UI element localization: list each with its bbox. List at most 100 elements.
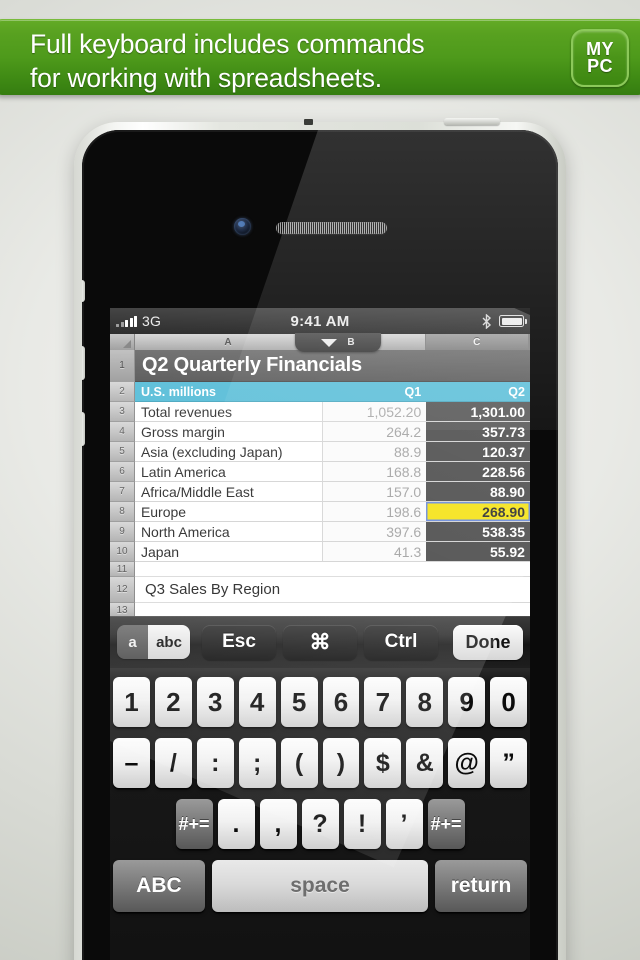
table-row[interactable]: 10 Japan 41.3 55.92 [110, 542, 530, 562]
key-6[interactable]: 6 [322, 677, 360, 727]
cell-q1[interactable]: 168.8 [322, 462, 427, 482]
key-[interactable]: ? [301, 799, 339, 849]
key-symbols-left[interactable]: #+= [175, 799, 213, 849]
cell-label[interactable]: Japan [134, 542, 323, 562]
toggle-option-a[interactable]: a [117, 625, 148, 659]
key-[interactable]: @ [448, 738, 486, 788]
row-header-10[interactable]: 10 [110, 542, 135, 562]
sheet-row-12[interactable]: 12 Q3 Sales By Region [110, 577, 530, 603]
key-3[interactable]: 3 [196, 677, 234, 727]
key-[interactable]: : [196, 738, 234, 788]
table-row[interactable]: 9 North America 397.6 538.35 [110, 522, 530, 542]
row-header-7[interactable]: 7 [110, 482, 135, 502]
table-row[interactable]: 5 Asia (excluding Japan) 88.9 120.37 [110, 442, 530, 462]
cell-label[interactable]: Africa/Middle East [134, 482, 323, 502]
row-header-4[interactable]: 4 [110, 422, 135, 442]
key-[interactable]: & [406, 738, 444, 788]
key-[interactable]: ) [322, 738, 360, 788]
command-key[interactable]: ⌘ [283, 624, 357, 660]
cell-q1[interactable]: 198.6 [322, 502, 427, 522]
column-header-d[interactable] [529, 334, 530, 350]
volume-down-button[interactable] [82, 412, 85, 446]
column-header-a[interactable]: A [134, 334, 322, 350]
sheet-row-11[interactable]: 11 [110, 562, 530, 577]
row-header-6[interactable]: 6 [110, 462, 135, 482]
cell-label[interactable]: North America [134, 522, 323, 542]
input-mode-toggle[interactable]: a abc [117, 625, 190, 659]
select-all-corner[interactable] [110, 334, 135, 350]
spreadsheet-view[interactable]: A B C B 1 Q2 Quarterly Financials 2 [110, 333, 530, 618]
key-[interactable]: – [112, 738, 150, 788]
row-header-1[interactable]: 1 [110, 350, 135, 382]
toggle-option-abc[interactable]: abc [148, 625, 190, 659]
key-[interactable]: $ [364, 738, 402, 788]
cell-q1[interactable]: 157.0 [322, 482, 427, 502]
key-[interactable]: , [259, 799, 297, 849]
key-4[interactable]: 4 [238, 677, 276, 727]
cell-q1[interactable]: 397.6 [322, 522, 427, 542]
column-header-c[interactable]: C [425, 334, 529, 350]
key-[interactable]: . [217, 799, 255, 849]
ring-silent-switch[interactable] [82, 280, 85, 302]
key-8[interactable]: 8 [406, 677, 444, 727]
key-return[interactable]: return [435, 860, 527, 912]
cell-q2[interactable]: 120.37 [426, 442, 530, 462]
cell-label[interactable]: Total revenues [134, 402, 323, 422]
power-button[interactable] [444, 118, 500, 125]
key-[interactable]: ( [280, 738, 318, 788]
table-row[interactable]: 7 Africa/Middle East 157.0 88.90 [110, 482, 530, 502]
cell-q1[interactable]: 41.3 [322, 542, 427, 562]
cell-label[interactable]: Asia (excluding Japan) [134, 442, 323, 462]
table-row[interactable]: 3 Total revenues 1,052.20 1,301.00 [110, 402, 530, 422]
key-[interactable]: ! [343, 799, 381, 849]
sheet-title-cell[interactable]: Q2 Quarterly Financials [135, 350, 530, 382]
cell-label[interactable]: Latin America [134, 462, 323, 482]
row-header-11[interactable]: 11 [110, 562, 135, 577]
key-9[interactable]: 9 [448, 677, 486, 727]
table-row[interactable]: 6 Latin America 168.8 228.56 [110, 462, 530, 482]
row-header-5[interactable]: 5 [110, 442, 135, 462]
cell-q2[interactable]: 357.73 [426, 422, 530, 442]
sheet-row-11-cells[interactable] [135, 562, 530, 577]
key-space[interactable]: space [211, 860, 429, 912]
key-1[interactable]: 1 [112, 677, 150, 727]
row-header-2[interactable]: 2 [110, 382, 135, 402]
key-[interactable]: / [154, 738, 192, 788]
volume-up-button[interactable] [82, 346, 85, 380]
cell-q1[interactable]: 264.2 [322, 422, 427, 442]
key-abc[interactable]: ABC [113, 860, 205, 912]
key-symbols-right[interactable]: #+= [427, 799, 465, 849]
table-row[interactable]: 4 Gross margin 264.2 357.73 [110, 422, 530, 442]
key-[interactable]: ” [490, 738, 528, 788]
esc-key[interactable]: Esc [202, 624, 276, 660]
cell-q1[interactable]: 1,052.20 [322, 402, 427, 422]
header-cell-q1[interactable]: Q1 [322, 382, 427, 402]
row-header-8[interactable]: 8 [110, 502, 135, 522]
done-button[interactable]: Done [453, 624, 523, 660]
column-dropdown-tab[interactable]: B [295, 333, 381, 352]
cell-q2[interactable]: 268.90 [426, 502, 530, 522]
key-0[interactable]: 0 [490, 677, 528, 727]
cell-q2[interactable]: 1,301.00 [426, 402, 530, 422]
cell-q2[interactable]: 228.56 [426, 462, 530, 482]
key-7[interactable]: 7 [364, 677, 402, 727]
row-header-12[interactable]: 12 [110, 577, 135, 603]
key-[interactable]: ’ [385, 799, 423, 849]
cell-q2[interactable]: 55.92 [426, 542, 530, 562]
cell-q2[interactable]: 538.35 [426, 522, 530, 542]
key-2[interactable]: 2 [154, 677, 192, 727]
header-cell-label[interactable]: U.S. millions [134, 382, 323, 402]
cell-label[interactable]: Gross margin [134, 422, 323, 442]
ctrl-key[interactable]: Ctrl [364, 624, 438, 660]
sheet-subtitle-cell[interactable]: Q3 Sales By Region [135, 577, 530, 603]
table-row[interactable]: 8 Europe 198.6 268.90 [110, 502, 530, 522]
key-5[interactable]: 5 [280, 677, 318, 727]
row-header-3[interactable]: 3 [110, 402, 135, 422]
key-[interactable]: ; [238, 738, 276, 788]
cell-q2[interactable]: 88.90 [426, 482, 530, 502]
header-cell-q2[interactable]: Q2 [426, 382, 530, 402]
sheet-row-title[interactable]: 1 Q2 Quarterly Financials [110, 350, 530, 382]
sheet-row-header[interactable]: 2 U.S. millions Q1 Q2 [110, 382, 530, 402]
cell-label[interactable]: Europe [134, 502, 323, 522]
cell-q1[interactable]: 88.9 [322, 442, 427, 462]
